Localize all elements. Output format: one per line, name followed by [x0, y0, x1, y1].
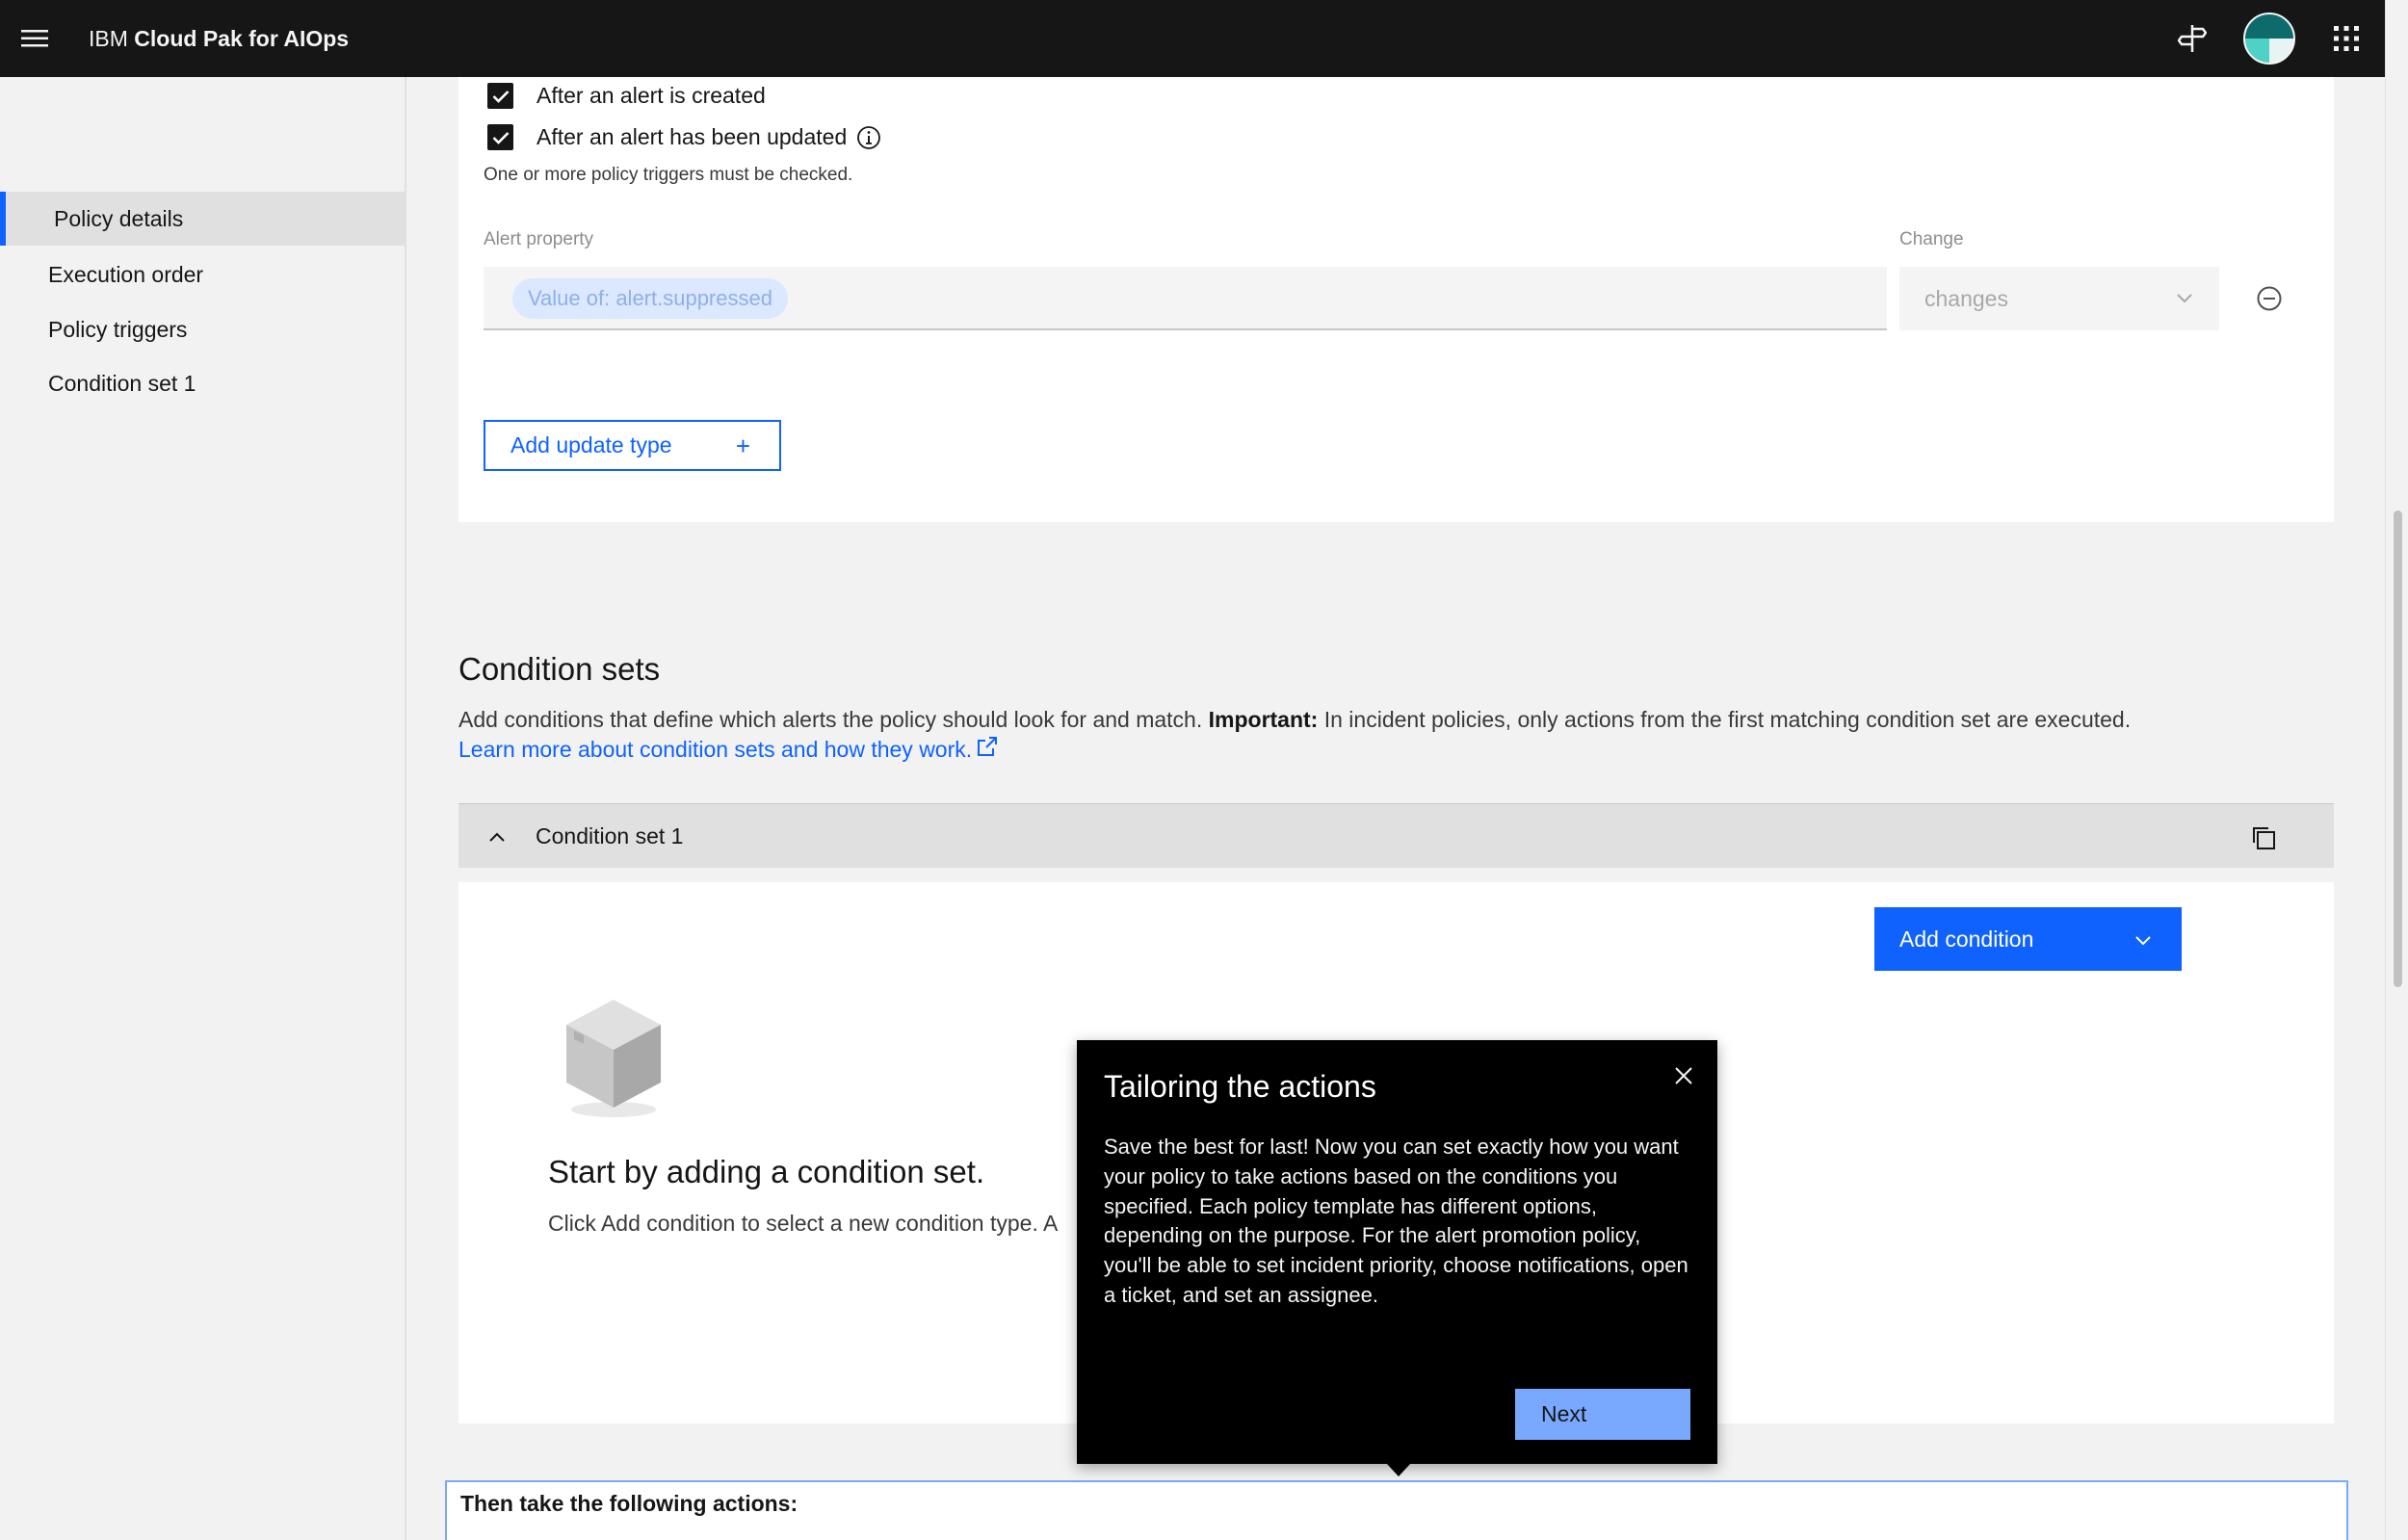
chevron-down-icon — [2177, 294, 2192, 303]
user-avatar-button[interactable] — [2231, 0, 2308, 77]
add-update-type-button[interactable]: Add update type + — [484, 420, 781, 471]
alert-property-tag: Value of: alert.suppressed — [512, 278, 788, 319]
brand-name: Cloud Pak for AIOps — [134, 25, 350, 51]
add-condition-button[interactable]: Add condition — [1874, 907, 2182, 971]
triggers-helper-text: One or more policy triggers must be chec… — [484, 165, 853, 185]
header-actions — [2154, 0, 2385, 77]
info-icon[interactable] — [856, 125, 881, 150]
empty-state-title: Start by adding a condition set. — [548, 1154, 985, 1189]
brand-prefix: IBM — [89, 25, 128, 51]
nav-item-policy-details[interactable]: Policy details — [0, 192, 405, 246]
actions-title: Then take the following actions: — [460, 1491, 798, 1516]
next-button[interactable]: Next — [1515, 1389, 1690, 1440]
remove-row-icon[interactable] — [2256, 285, 2283, 312]
nav-item-policy-triggers[interactable]: Policy triggers — [0, 302, 405, 356]
trigger-alert-updated[interactable]: After an alert has been updated — [487, 124, 881, 150]
menu-button[interactable] — [0, 0, 69, 77]
link-label: Learn more about condition sets and how … — [458, 737, 973, 762]
chevron-up-icon[interactable] — [487, 827, 507, 847]
nav-item-label: Execution order — [48, 261, 204, 287]
empty-state-description: Click Add condition to select a new cond… — [548, 1211, 1059, 1236]
condition-set-title: Condition set 1 — [536, 823, 684, 848]
checkmark-icon — [492, 90, 509, 103]
button-label: Next — [1541, 1401, 1587, 1426]
app-switcher-icon — [2334, 26, 2359, 51]
actions-section: Then take the following actions: — [445, 1480, 2348, 1540]
top-header: IBM Cloud Pak for AIOps — [0, 0, 2385, 77]
change-label: Change — [1899, 229, 1964, 249]
description-suffix: In incident policies, only actions from … — [1318, 707, 2132, 732]
tour-popover: Tailoring the actions Save the best for … — [1077, 1040, 1717, 1464]
condition-sets-title: Condition sets — [458, 651, 661, 687]
app-switcher-button[interactable] — [2308, 0, 2385, 77]
checkbox-checked[interactable] — [487, 124, 513, 150]
change-dropdown-value: changes — [1924, 285, 2008, 311]
close-icon[interactable] — [1673, 1065, 1694, 1086]
guided-tour-button[interactable] — [2154, 0, 2231, 77]
chevron-down-icon — [2135, 936, 2151, 946]
alert-property-label: Alert property — [484, 229, 594, 249]
popover-title: Tailoring the actions — [1104, 1069, 1376, 1104]
checkbox-label: After an alert has been updated — [537, 124, 848, 149]
signpost-icon — [2178, 25, 2207, 52]
scrollbar-thumb[interactable] — [2394, 510, 2402, 987]
nav-item-label: Policy triggers — [48, 316, 188, 342]
description-important: Important: — [1208, 707, 1319, 732]
description-prefix: Add conditions that define which alerts … — [458, 707, 1209, 732]
copy-icon[interactable] — [2251, 825, 2276, 850]
checkmark-icon — [492, 131, 509, 144]
change-dropdown[interactable]: changes — [1899, 267, 2219, 330]
page-scrollbar[interactable] — [2385, 0, 2408, 1540]
nav-item-label: Policy details — [54, 205, 184, 231]
button-label: Add update type — [510, 432, 672, 457]
nav-item-execution-order[interactable]: Execution order — [0, 248, 405, 301]
popover-body: Save the best for last! Now you can set … — [1104, 1135, 1688, 1307]
avatar — [2243, 13, 2295, 65]
product-name[interactable]: IBM Cloud Pak for AIOps — [89, 26, 349, 52]
popover-caret — [1386, 1463, 1411, 1476]
alert-property-field[interactable]: Value of: alert.suppressed — [484, 267, 1887, 330]
nav-item-condition-set-1[interactable]: Condition set 1 — [0, 356, 405, 410]
checkbox-checked[interactable] — [487, 83, 513, 109]
checkbox-label: After an alert is created — [537, 83, 766, 108]
trigger-alert-created[interactable]: After an alert is created — [487, 83, 766, 109]
button-label: Add condition — [1899, 926, 2034, 952]
condition-set-accordion-header[interactable]: Condition set 1 — [458, 803, 2334, 868]
condition-sets-description: Add conditions that define which alerts … — [458, 707, 2346, 733]
left-navigation: Policy details Execution order Policy tr… — [0, 77, 406, 1540]
nav-item-label: Condition set 1 — [48, 370, 196, 396]
menu-icon — [21, 30, 48, 47]
external-link-icon — [978, 736, 998, 756]
empty-box-illustration — [566, 1000, 661, 1117]
plus-icon: + — [735, 431, 750, 460]
learn-more-link[interactable]: Learn more about condition sets and how … — [458, 736, 999, 763]
